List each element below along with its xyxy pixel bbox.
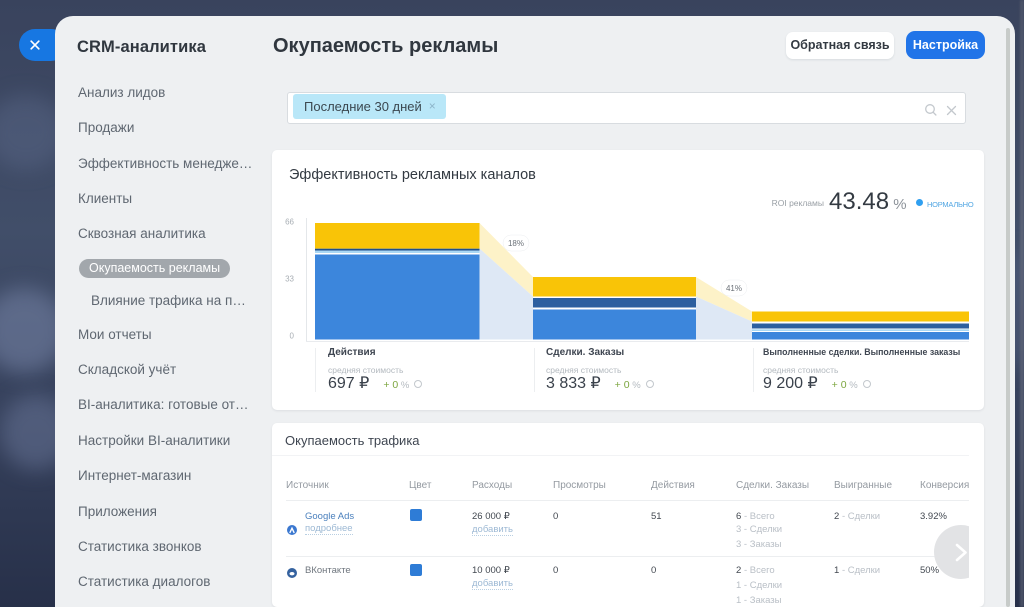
- svg-text:0: 0: [290, 332, 295, 341]
- svg-text:33: 33: [285, 275, 294, 284]
- svg-text:18%: 18%: [508, 239, 524, 248]
- svg-text:66: 66: [285, 218, 294, 227]
- svg-text:41%: 41%: [726, 284, 742, 293]
